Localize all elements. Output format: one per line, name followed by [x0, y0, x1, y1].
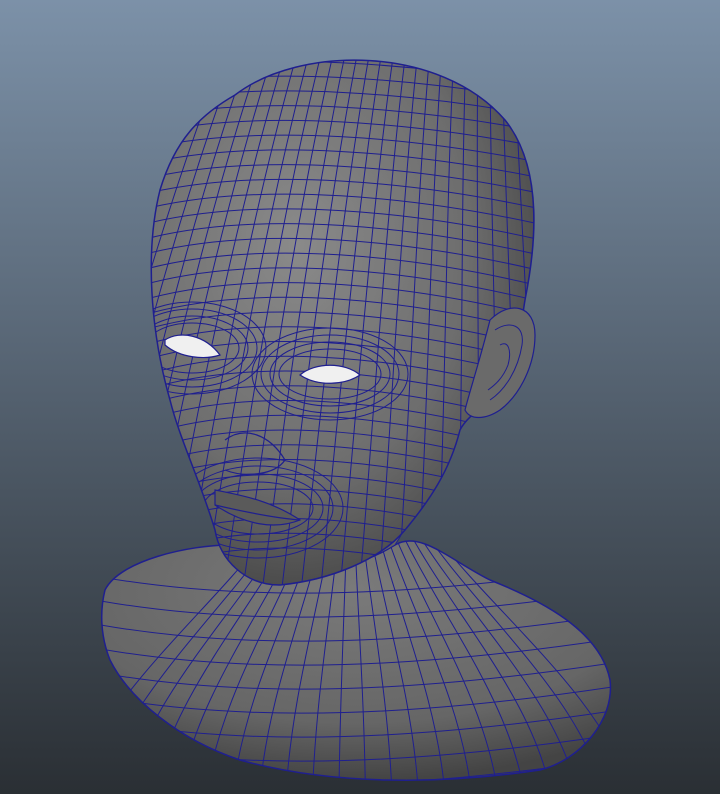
viewport-canvas[interactable]: [0, 0, 720, 794]
3d-viewport[interactable]: [0, 0, 720, 794]
